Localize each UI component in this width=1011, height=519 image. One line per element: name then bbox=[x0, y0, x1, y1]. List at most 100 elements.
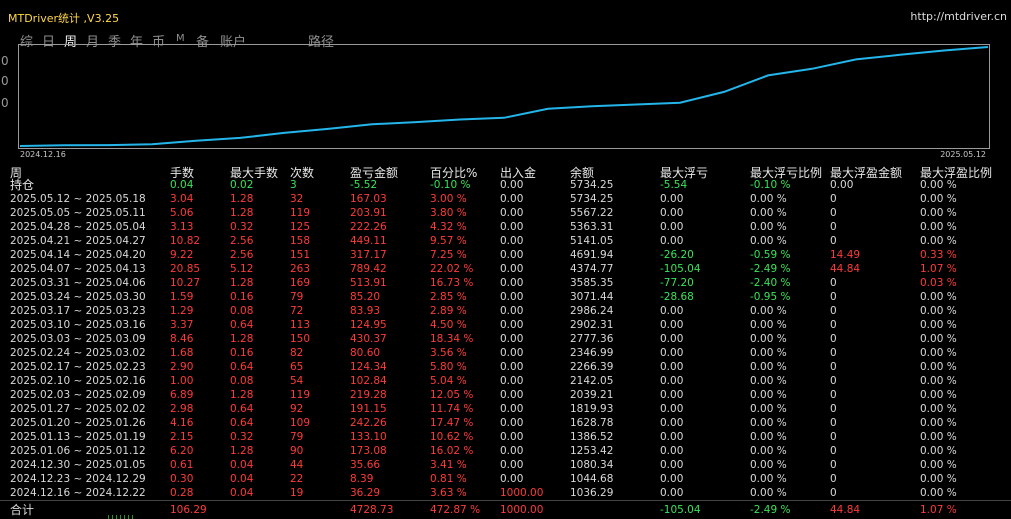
table-row[interactable]: 2025.02.24 ~ 2025.03.02 1.68 0.16 82 80.60 3.… bbox=[0, 346, 1011, 360]
cell-deposit: 0.00 bbox=[500, 417, 524, 429]
cell-count: 22 bbox=[290, 473, 304, 485]
title-bar: MTDriver统计 ,V3.25 http://mtdriver.cn bbox=[0, 0, 1011, 30]
cell-count: 3 bbox=[290, 179, 297, 191]
table-row[interactable]: 2025.03.17 ~ 2025.03.23 1.29 0.08 72 83.93 2.… bbox=[0, 304, 1011, 318]
table-row[interactable]: 2025.01.20 ~ 2025.01.26 4.16 0.64 109 242.26… bbox=[0, 416, 1011, 430]
cell-max-drawdown-pct: 0.00 % bbox=[750, 207, 787, 219]
table-row[interactable]: 2025.02.17 ~ 2025.02.23 2.90 0.64 65 124.34 5… bbox=[0, 360, 1011, 374]
table-row[interactable]: 2024.12.30 ~ 2025.01.05 0.61 0.04 44 35.66 3.… bbox=[0, 458, 1011, 472]
cell-max-drawdown: 0.00 bbox=[660, 417, 684, 429]
column-header-max-runup[interactable]: 最大浮盈金额 bbox=[830, 164, 902, 180]
cell-week: 2025.04.07 ~ 2025.04.13 bbox=[10, 263, 146, 275]
cell-lots: 0.04 bbox=[170, 179, 194, 191]
table-row[interactable]: 2025.02.03 ~ 2025.02.09 6.89 1.28 119 219.28… bbox=[0, 388, 1011, 402]
column-header-count[interactable]: 次数 bbox=[290, 164, 314, 180]
table-row[interactable]: 2025.01.06 ~ 2025.01.12 6.20 1.28 90 173.08 1… bbox=[0, 444, 1011, 458]
cell-max-runup-pct: 0.00 % bbox=[920, 291, 957, 303]
scroll-tick bbox=[108, 515, 109, 519]
cell-lots: 2.90 bbox=[170, 361, 194, 373]
cell-max-runup: 0 bbox=[830, 403, 837, 415]
cell-lots: 10.27 bbox=[170, 277, 201, 289]
cell-deposit: 1000.00 bbox=[500, 487, 544, 499]
cell-lots: 1.29 bbox=[170, 305, 194, 317]
cell-max-drawdown: 0.00 bbox=[660, 445, 684, 457]
table-row[interactable]: 2025.03.31 ~ 2025.04.06 10.27 1.28 169 513.9… bbox=[0, 276, 1011, 290]
edge-glyph: 0 bbox=[1, 54, 9, 68]
column-header-max-drawdown[interactable]: 最大浮亏 bbox=[660, 164, 708, 180]
table-row[interactable]: 2025.03.10 ~ 2025.03.16 3.37 0.64 113 124.95… bbox=[0, 318, 1011, 332]
cell-pnl: -5.52 bbox=[350, 179, 378, 191]
column-header-week[interactable]: 周 bbox=[10, 164, 22, 180]
cell-percent: 472.87 % bbox=[430, 504, 481, 516]
cell-max-runup: 0 bbox=[830, 291, 837, 303]
holding-row[interactable]: 持仓 0.04 0.02 3 -5.52 -0.10 % 0.00 5734.25 -5.54 -… bbox=[0, 178, 1011, 192]
table-row[interactable]: 2025.05.05 ~ 2025.05.11 5.06 1.28 119 203.91… bbox=[0, 206, 1011, 220]
cell-max-drawdown-pct: -2.40 % bbox=[750, 277, 791, 289]
column-header-max-drawdown-pct[interactable]: 最大浮亏比例 bbox=[750, 164, 822, 180]
cell-max-runup-pct: 0.00 % bbox=[920, 305, 957, 317]
cell-pnl: 219.28 bbox=[350, 389, 387, 401]
cell-balance: 3071.44 bbox=[570, 291, 614, 303]
cell-max-drawdown-pct: 0.00 % bbox=[750, 417, 787, 429]
cell-max-drawdown-pct: 0.00 % bbox=[750, 459, 787, 471]
cell-percent: 7.25 % bbox=[430, 249, 467, 261]
cell-max-lots: 2.56 bbox=[230, 249, 254, 261]
table-row[interactable]: 2024.12.16 ~ 2024.12.22 0.28 0.04 19 36.29 3.… bbox=[0, 486, 1011, 500]
table-row[interactable]: 2025.01.27 ~ 2025.02.02 2.98 0.64 92 191.15 1… bbox=[0, 402, 1011, 416]
column-header-lots[interactable]: 手数 bbox=[170, 164, 194, 180]
cell-balance: 2902.31 bbox=[570, 319, 614, 331]
cell-percent: 3.41 % bbox=[430, 459, 467, 471]
cell-max-lots: 0.32 bbox=[230, 221, 254, 233]
cell-max-lots: 0.32 bbox=[230, 431, 254, 443]
cell-week: 2024.12.30 ~ 2025.01.05 bbox=[10, 459, 146, 471]
table-row[interactable]: 2025.02.10 ~ 2025.02.16 1.00 0.08 54 102.84 5… bbox=[0, 374, 1011, 388]
cell-pnl: 4728.73 bbox=[350, 504, 394, 516]
cell-balance: 1253.42 bbox=[570, 445, 614, 457]
cell-max-runup-pct: 0.00 % bbox=[920, 319, 957, 331]
cell-balance: 5734.25 bbox=[570, 193, 614, 205]
table-row[interactable]: 2025.03.24 ~ 2025.03.30 1.59 0.16 79 85.20 2.… bbox=[0, 290, 1011, 304]
cell-max-runup-pct: 0.00 % bbox=[920, 403, 957, 415]
cell-balance: 2777.36 bbox=[570, 333, 614, 345]
cell-count: 72 bbox=[290, 305, 304, 317]
column-header-pnl[interactable]: 盈亏金额 bbox=[350, 164, 398, 180]
cell-lots: 4.16 bbox=[170, 417, 194, 429]
table-row[interactable]: 2025.04.21 ~ 2025.04.27 10.82 2.56 158 449.1… bbox=[0, 234, 1011, 248]
cell-max-runup-pct: 1.07 % bbox=[920, 504, 957, 516]
cell-max-lots: 0.04 bbox=[230, 459, 254, 471]
table-row[interactable]: 2025.04.14 ~ 2025.04.20 9.22 2.56 151 317.17… bbox=[0, 248, 1011, 262]
column-header-max-lots[interactable]: 最大手数 bbox=[230, 164, 278, 180]
column-header-balance[interactable]: 余额 bbox=[570, 164, 594, 180]
cell-percent: 16.73 % bbox=[430, 277, 474, 289]
cell-week: 2025.01.13 ~ 2025.01.19 bbox=[10, 431, 146, 443]
tab-m[interactable]: M bbox=[176, 33, 185, 44]
cell-max-lots: 0.64 bbox=[230, 403, 254, 415]
table-row[interactable]: 2025.01.13 ~ 2025.01.19 2.15 0.32 79 133.10 1… bbox=[0, 430, 1011, 444]
cell-max-runup-pct: 0.00 % bbox=[920, 333, 957, 345]
cell-week: 2025.02.10 ~ 2025.02.16 bbox=[10, 375, 146, 387]
column-header-max-runup-pct[interactable]: 最大浮盈比例 bbox=[920, 164, 992, 180]
column-header-deposit[interactable]: 出入金 bbox=[500, 164, 536, 180]
cell-max-lots: 1.28 bbox=[230, 277, 254, 289]
table-row[interactable]: 2025.05.12 ~ 2025.05.18 3.04 1.28 32 167.03 3… bbox=[0, 192, 1011, 206]
cell-max-runup-pct: 0.33 % bbox=[920, 249, 957, 261]
cell-max-runup: 0 bbox=[830, 319, 837, 331]
cell-week: 2025.03.17 ~ 2025.03.23 bbox=[10, 305, 146, 317]
cell-lots: 3.04 bbox=[170, 193, 194, 205]
cell-max-runup: 0 bbox=[830, 221, 837, 233]
cell-lots: 6.20 bbox=[170, 445, 194, 457]
cell-pnl: 449.11 bbox=[350, 235, 387, 247]
table-row[interactable]: 2025.04.07 ~ 2025.04.13 20.85 5.12 263 789.4… bbox=[0, 262, 1011, 276]
cell-max-runup: 14.49 bbox=[830, 249, 861, 261]
cell-balance: 2266.39 bbox=[570, 361, 614, 373]
cell-max-runup: 0 bbox=[830, 375, 837, 387]
cell-deposit: 0.00 bbox=[500, 193, 524, 205]
cell-percent: 4.50 % bbox=[430, 319, 467, 331]
table-row[interactable]: 2025.04.28 ~ 2025.05.04 3.13 0.32 125 222.26… bbox=[0, 220, 1011, 234]
column-header-percent[interactable]: 百分比% bbox=[430, 164, 477, 180]
cell-lots: 0.30 bbox=[170, 473, 194, 485]
table-row[interactable]: 2025.03.03 ~ 2025.03.09 8.46 1.28 150 430.37… bbox=[0, 332, 1011, 346]
table-row[interactable]: 2024.12.23 ~ 2024.12.29 0.30 0.04 22 8.39 0.8… bbox=[0, 472, 1011, 486]
cell-percent: 3.56 % bbox=[430, 347, 467, 359]
site-link[interactable]: http://mtdriver.cn bbox=[910, 10, 1007, 23]
